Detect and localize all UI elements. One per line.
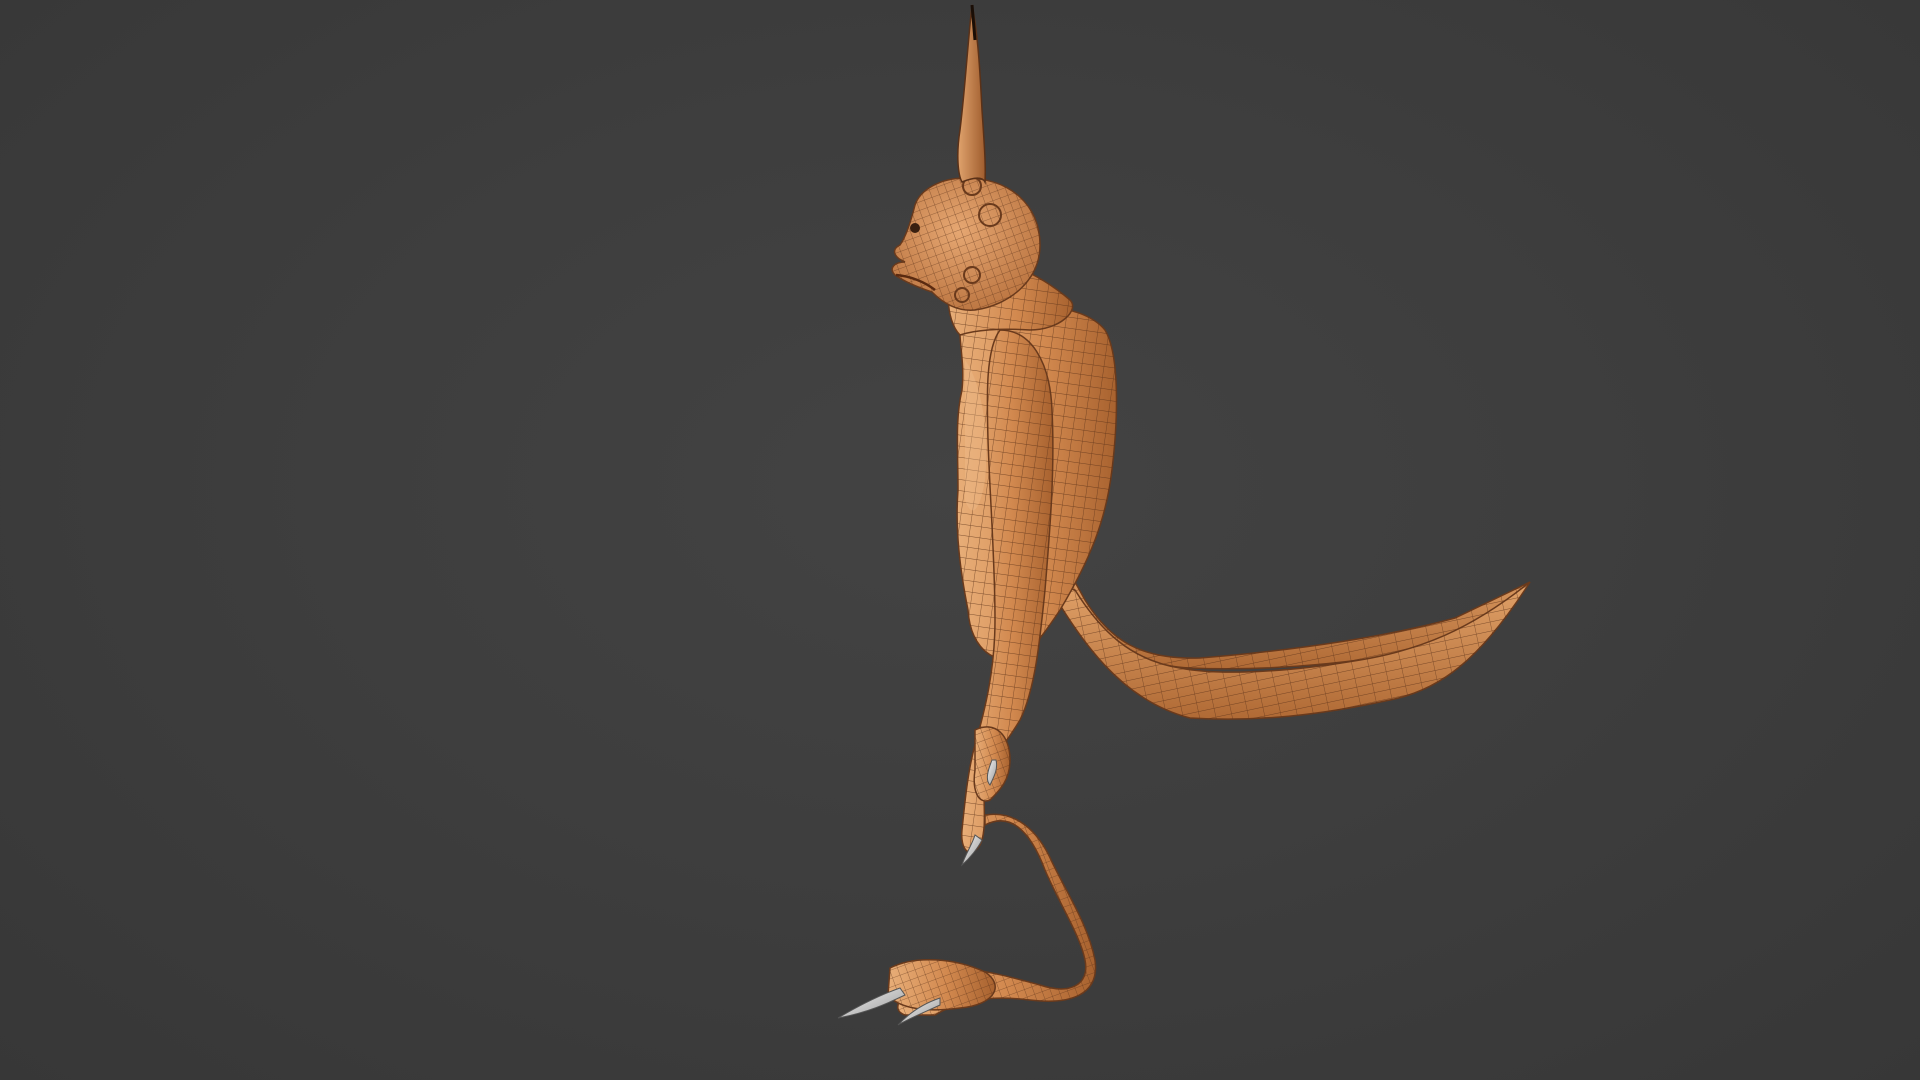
tail-mesh: [1043, 554, 1531, 720]
3d-viewport[interactable]: [0, 0, 1920, 1080]
horn-mesh: [957, 4, 987, 185]
creature-model[interactable]: [0, 0, 1920, 1080]
leg-mesh: [887, 813, 1097, 1016]
head-mesh: [891, 176, 1041, 311]
